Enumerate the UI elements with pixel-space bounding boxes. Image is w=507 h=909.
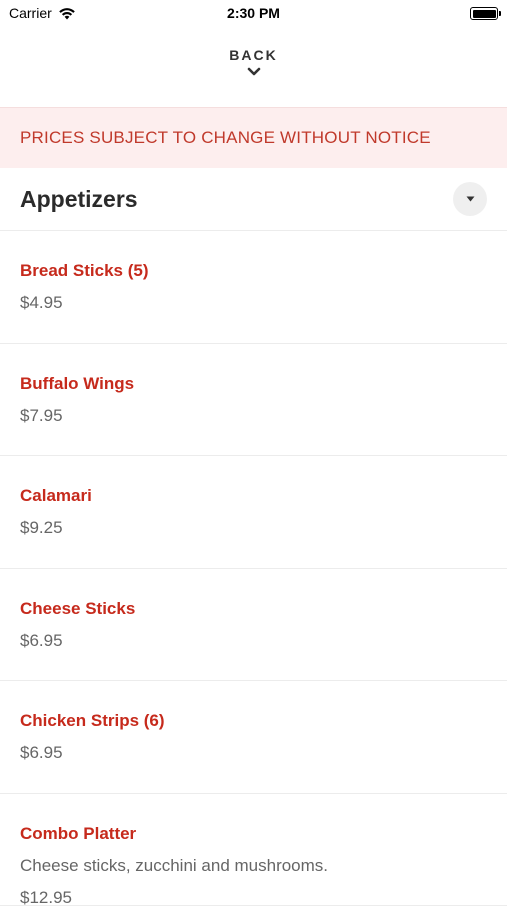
menu-item-description: Cheese sticks, zucchini and mushrooms. — [20, 855, 329, 875]
menu-item-name: Cheese Sticks — [20, 598, 136, 618]
price-notice-banner: PRICES SUBJECT TO CHANGE WITHOUT NOTICE — [0, 107, 507, 168]
category-header-appetizers[interactable]: Appetizers — [0, 168, 507, 231]
menu-item-price: $6.95 — [20, 630, 63, 650]
back-label: BACK — [229, 47, 278, 63]
menu-item[interactable]: Calamari $9.25 — [0, 456, 507, 569]
menu-item-name: Chicken Strips (6) — [20, 711, 165, 730]
battery-icon — [470, 7, 501, 20]
price-notice-text: PRICES SUBJECT TO CHANGE WITHOUT NOTICE — [20, 128, 431, 147]
battery-fill — [472, 9, 496, 18]
menu-item-price: $7.95 — [20, 405, 63, 425]
menu-item[interactable]: Combo Platter Cheese sticks, zucchini an… — [0, 794, 507, 907]
menu-item-price: $12.95 — [20, 887, 72, 907]
menu-item[interactable]: Chicken Strips (6) $6.95 — [0, 681, 507, 794]
category-toggle-button[interactable] — [453, 182, 487, 216]
chevron-down-icon — [247, 67, 260, 76]
caret-down-icon — [466, 196, 474, 202]
category-title: Appetizers — [20, 185, 138, 212]
status-bar: Carrier 2:30 PM — [0, 0, 507, 28]
menu-item-price: $9.25 — [20, 518, 63, 537]
menu-item-name: Combo Platter — [20, 823, 137, 843]
menu-item-name: Buffalo Wings — [20, 373, 135, 393]
back-button[interactable]: BACK — [0, 47, 507, 77]
menu-item-price: $6.95 — [20, 743, 63, 762]
menu-item[interactable]: Bread Sticks (5) $4.95 — [0, 231, 507, 344]
status-time: 2:30 PM — [227, 5, 280, 21]
menu-item-price: $4.95 — [20, 293, 63, 312]
menu-item[interactable]: Buffalo Wings $7.95 — [0, 344, 507, 456]
menu-item-name: Bread Sticks (5) — [20, 261, 149, 280]
menu-item[interactable]: Cheese Sticks $6.95 — [0, 569, 507, 681]
menu-item-list: Bread Sticks (5) $4.95 Buffalo Wings $7.… — [0, 231, 507, 907]
menu-item-name: Calamari — [20, 486, 92, 505]
